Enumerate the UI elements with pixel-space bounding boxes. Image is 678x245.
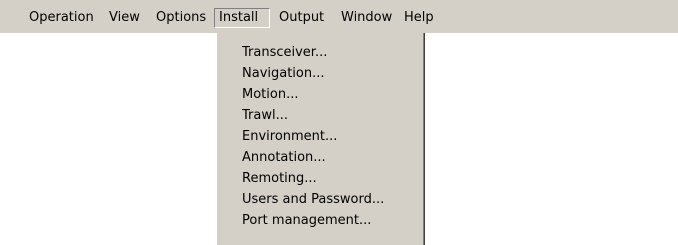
menu-view[interactable]: View: [109, 8, 140, 28]
menu-item-remoting[interactable]: Remoting...: [218, 168, 422, 189]
menu-item-transceiver[interactable]: Transceiver...: [218, 42, 422, 63]
menu-item-annotation[interactable]: Annotation...: [218, 147, 422, 168]
menu-options[interactable]: Options: [156, 8, 206, 28]
menu-help[interactable]: Help: [404, 8, 434, 28]
menu-output[interactable]: Output: [279, 8, 324, 28]
menu-install[interactable]: Install: [214, 8, 270, 28]
menu-item-environment[interactable]: Environment...: [218, 126, 422, 147]
menu-item-trawl[interactable]: Trawl...: [218, 105, 422, 126]
menu-window[interactable]: Window: [341, 8, 392, 28]
menu-operation[interactable]: Operation: [29, 8, 94, 28]
menu-item-port-management[interactable]: Port management...: [218, 210, 422, 231]
menu-item-users-and-password[interactable]: Users and Password...: [218, 189, 422, 210]
menu-bar: Operation View Options Install Output Wi…: [0, 0, 678, 33]
install-dropdown-menu: Transceiver... Navigation... Motion... T…: [216, 33, 425, 245]
menu-item-motion[interactable]: Motion...: [218, 84, 422, 105]
menu-item-navigation[interactable]: Navigation...: [218, 63, 422, 84]
